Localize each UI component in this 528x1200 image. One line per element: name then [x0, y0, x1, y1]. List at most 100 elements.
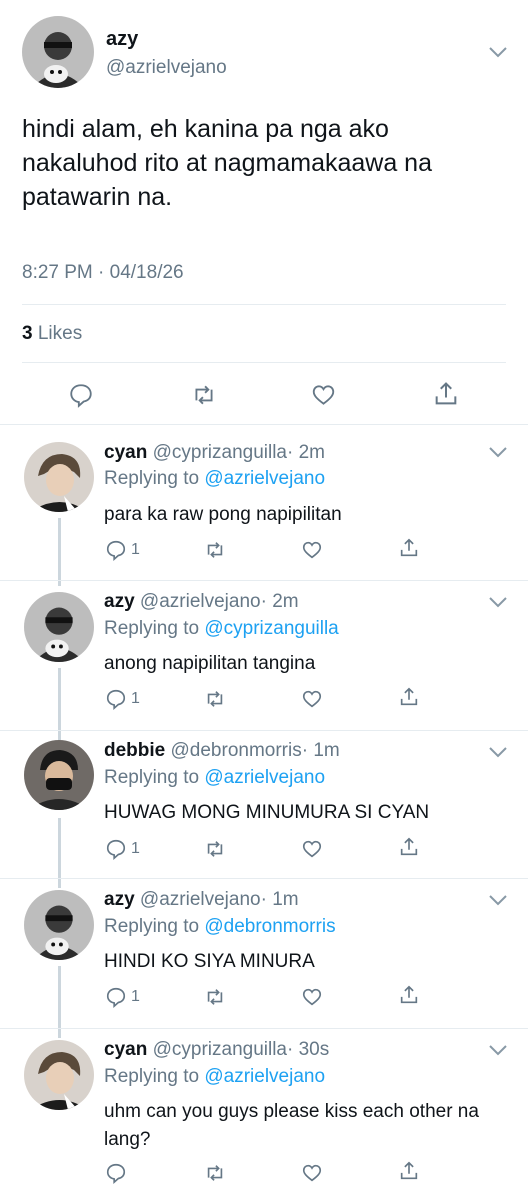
- share-action[interactable]: [398, 686, 420, 708]
- replying-to-handle[interactable]: @azrielvejano: [204, 767, 325, 788]
- reply-count: 1: [131, 690, 140, 707]
- retweet-icon: [207, 1165, 223, 1181]
- reply-time: · 2m: [287, 442, 325, 463]
- reply-count: 1: [131, 541, 140, 558]
- like-icon: [302, 541, 322, 559]
- like-action[interactable]: [301, 986, 323, 1008]
- retweet-icon: [207, 989, 223, 1005]
- reply-text: uhm can you guys please kiss each other …: [104, 1101, 479, 1150]
- retweet-action[interactable]: [204, 688, 226, 710]
- chevron-down-icon[interactable]: [488, 596, 508, 608]
- replying-to-handle[interactable]: @azrielvejano: [204, 468, 325, 489]
- like-action[interactable]: [301, 1162, 323, 1184]
- reply-action[interactable]: [105, 1162, 131, 1184]
- like-action[interactable]: [301, 688, 323, 710]
- reply-time: · 30s: [287, 1039, 330, 1060]
- retweet-icon: [207, 542, 223, 558]
- reply-icon: [106, 540, 126, 561]
- divider: [0, 878, 528, 879]
- replying-to-handle[interactable]: @azrielvejano: [204, 1066, 325, 1087]
- reply-handle[interactable]: @debronmorris: [171, 740, 302, 761]
- author-handle[interactable]: @azrielvejano: [106, 57, 227, 79]
- chevron-down-icon[interactable]: [488, 894, 508, 906]
- share-icon[interactable]: [432, 380, 460, 408]
- retweet-action[interactable]: [204, 986, 226, 1008]
- reply-icon: [106, 839, 126, 860]
- avatar-azy[interactable]: [22, 16, 94, 88]
- replying-to-label: Replying to: [104, 767, 200, 788]
- replying-to-handle[interactable]: @debronmorris: [204, 916, 335, 937]
- replying-to-label: Replying to: [104, 618, 200, 639]
- reply-icon: [106, 1163, 126, 1184]
- replying-to-handle[interactable]: @cyprizanguilla: [204, 618, 338, 639]
- replying-to-label: Replying to: [104, 916, 200, 937]
- like-icon: [302, 840, 322, 858]
- retweet-action[interactable]: [204, 1162, 226, 1184]
- reply-icon: [106, 987, 126, 1008]
- reply-action[interactable]: 1: [105, 986, 140, 1008]
- avatar-debbie[interactable]: [24, 740, 94, 810]
- avatar-azy[interactable]: [24, 890, 94, 960]
- divider: [22, 362, 506, 363]
- tweet-text: hindi alam, eh kanina pa nga ako nakaluh…: [22, 115, 432, 211]
- reply-count: 1: [131, 988, 140, 1005]
- reply-display-name[interactable]: cyan: [104, 442, 147, 463]
- like-icon: [302, 988, 322, 1006]
- avatar-azy[interactable]: [24, 592, 94, 662]
- share-action[interactable]: [398, 836, 420, 858]
- reply-text: HUWAG MONG MINUMURA SI CYAN: [104, 802, 430, 823]
- like-action[interactable]: [301, 539, 323, 561]
- reply-time: · 1m: [301, 740, 340, 761]
- reply-action[interactable]: 1: [105, 838, 140, 860]
- share-icon: [400, 985, 418, 1004]
- share-icon: [400, 538, 418, 557]
- reply-display-name[interactable]: azy: [104, 889, 135, 910]
- share-icon: [400, 837, 418, 856]
- reply-icon[interactable]: [68, 382, 94, 408]
- share-action[interactable]: [398, 1160, 420, 1182]
- divider: [0, 1028, 528, 1029]
- reply-display-name[interactable]: debbie: [104, 740, 165, 761]
- retweet-action[interactable]: [204, 838, 226, 860]
- reply-count: 1: [131, 840, 140, 857]
- reply-time: · 1m: [260, 889, 299, 910]
- like-icon[interactable]: [310, 382, 337, 408]
- divider: [0, 730, 528, 731]
- replying-to-label: Replying to: [104, 1066, 200, 1087]
- reply-display-name[interactable]: azy: [104, 591, 135, 612]
- reply-action[interactable]: 1: [105, 688, 140, 710]
- chevron-down-icon[interactable]: [488, 46, 508, 58]
- thread-line: [58, 518, 61, 586]
- divider: [22, 304, 506, 305]
- retweet-action[interactable]: [204, 539, 226, 561]
- retweet-icon[interactable]: [190, 382, 218, 408]
- share-icon: [400, 1161, 418, 1180]
- reply-text: para ka raw pong napipilitan: [104, 504, 342, 525]
- replying-to-label: Replying to: [104, 468, 200, 489]
- divider: [0, 424, 528, 425]
- share-action[interactable]: [398, 984, 420, 1006]
- share-action[interactable]: [398, 537, 420, 559]
- reply-handle[interactable]: @azrielvejano: [140, 889, 261, 910]
- reply-action[interactable]: 1: [105, 539, 140, 561]
- reply-handle[interactable]: @cyprizanguilla: [153, 442, 287, 463]
- likes-stat[interactable]: 3 Likes: [22, 323, 82, 345]
- like-icon: [302, 690, 322, 708]
- chevron-down-icon[interactable]: [488, 1044, 508, 1056]
- chevron-down-icon[interactable]: [488, 446, 508, 458]
- like-action[interactable]: [301, 838, 323, 860]
- avatar-cyan[interactable]: [24, 1040, 94, 1110]
- retweet-icon: [207, 841, 223, 857]
- like-icon: [302, 1164, 322, 1182]
- chevron-down-icon[interactable]: [488, 746, 508, 758]
- likes-count: 3: [22, 323, 33, 344]
- reply-icon: [106, 689, 126, 710]
- reply-handle[interactable]: @azrielvejano: [140, 591, 261, 612]
- reply-text: HINDI KO SIYA MINURA: [104, 951, 315, 972]
- avatar-cyan[interactable]: [24, 442, 94, 512]
- reply-handle[interactable]: @cyprizanguilla: [153, 1039, 287, 1060]
- reply-display-name[interactable]: cyan: [104, 1039, 147, 1060]
- author-display-name[interactable]: azy: [106, 28, 138, 51]
- tweet-timestamp: 8:27 PM · 04/18/26: [22, 262, 184, 283]
- share-icon: [400, 687, 418, 706]
